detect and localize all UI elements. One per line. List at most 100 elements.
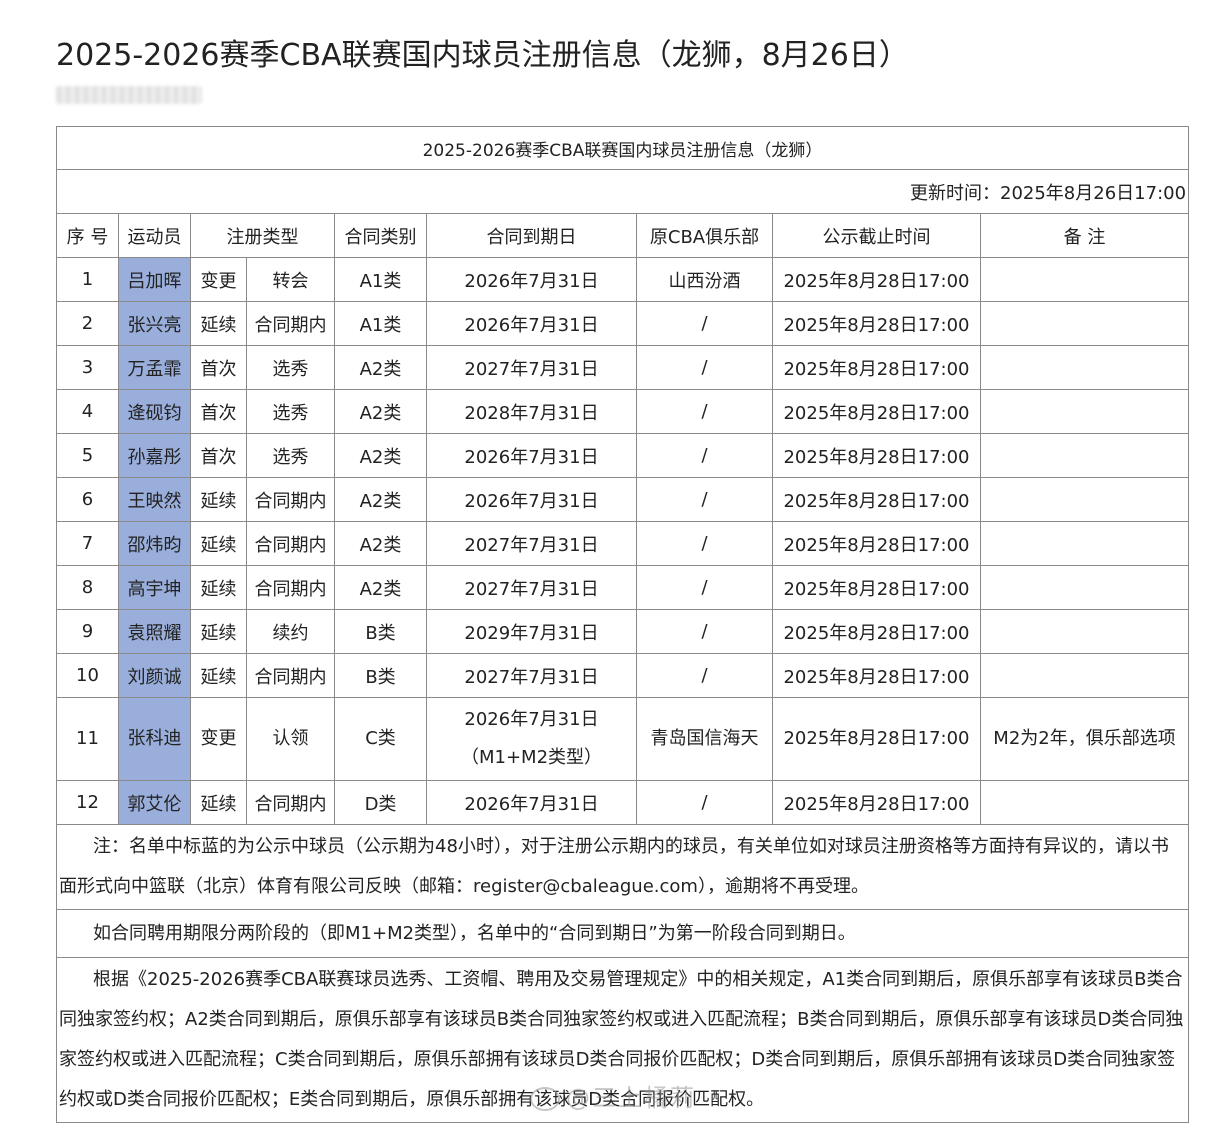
cell-remark [979, 257, 1190, 302]
cell-class: A2类 [334, 477, 427, 522]
header-expiry: 合同到期日 [426, 213, 637, 258]
cell-reg-b: 合同期内 [246, 301, 335, 346]
cell-player: 邵炜昀 [118, 521, 191, 566]
cell-player: 袁照耀 [118, 609, 191, 654]
blurred-subtitle [56, 86, 202, 104]
cell-class: B类 [334, 609, 427, 654]
cell-reg-a: 延续 [190, 521, 247, 566]
cell-deadline: 2025年8月28日17:00 [772, 301, 981, 346]
page-title: 2025-2026赛季CBA联赛国内球员注册信息（龙狮，8月26日） [56, 38, 909, 73]
cell-no: 4 [56, 389, 119, 434]
cell-club: / [636, 609, 773, 654]
cell-remark [979, 301, 1190, 346]
cell-no: 5 [56, 433, 119, 478]
header-no: 序 号 [56, 213, 119, 258]
note-row: 如合同聘用期限分两阶段的（即M1+M2类型），名单中的“合同到期日”为第一阶段合… [55, 909, 1190, 958]
cell-no: 9 [56, 609, 119, 654]
cell-class: D类 [334, 780, 427, 825]
cell-no: 2 [56, 301, 119, 346]
cell-deadline: 2025年8月28日17:00 [772, 697, 981, 781]
cell-expiry: 2027年7月31日 [426, 521, 637, 566]
cell-reg-b: 选秀 [246, 345, 335, 390]
cell-no: 6 [56, 477, 119, 522]
table-row: 8 高宇坤 延续 合同期内 A2类 2027年7月31日/2025年8月28日17:00 [56, 565, 1190, 610]
registration-table: 2025-2026赛季CBA联赛国内球员注册信息（龙狮） 更新时间：2025年8… [55, 126, 1190, 1123]
cell-player: 郭艾伦 [118, 780, 191, 825]
cell-class: A1类 [334, 257, 427, 302]
cell-reg-b: 合同期内 [246, 565, 335, 610]
cell-club: / [636, 389, 773, 434]
cell-player: 万孟霏 [118, 345, 191, 390]
cell-deadline: 2025年8月28日17:00 [772, 389, 981, 434]
table-row: 11 张科迪 变更 认领 C类 2026年7月31日 （M1+M2类型） 青岛国… [56, 697, 1190, 781]
cell-reg-a: 变更 [190, 257, 247, 302]
cell-player: 孙嘉彤 [118, 433, 191, 478]
header-deadline: 公示截止时间 [772, 213, 981, 258]
cell-reg-b: 合同期内 [246, 477, 335, 522]
cell-no: 12 [56, 780, 119, 825]
cell-deadline: 2025年8月28日17:00 [772, 521, 981, 566]
cell-no: 3 [56, 345, 119, 390]
cell-reg-a: 延续 [190, 301, 247, 346]
cell-reg-a: 延续 [190, 565, 247, 610]
cell-expiry: 2029年7月31日 [426, 609, 637, 654]
cell-player: 高宇坤 [118, 565, 191, 610]
cell-player: 张兴亮 [118, 301, 191, 346]
update-row: 更新时间：2025年8月26日17:00 [55, 169, 1190, 214]
cell-deadline: 2025年8月28日17:00 [772, 477, 981, 522]
cell-class: A2类 [334, 433, 427, 478]
cell-class: C类 [334, 697, 427, 781]
table-row: 6 王映然 延续 合同期内 A2类 2026年7月31日/2025年8月28日17:00 [56, 477, 1190, 522]
cell-expiry: 2027年7月31日 [426, 565, 637, 610]
cell-expiry: 2026年7月31日 [426, 257, 637, 302]
header-remark: 备 注 [979, 213, 1190, 258]
table-row: 10 刘颜诚 延续 合同期内 B类 2027年7月31日/2025年8月28日17:00 [56, 653, 1190, 698]
table-row: 12 郭艾伦 延续 合同期内 D类 2026年7月31日 / 2025年8月28… [56, 780, 1190, 825]
cell-club: / [636, 521, 773, 566]
cell-class: A2类 [334, 521, 427, 566]
cell-remark: M2为2年，俱乐部选项 [979, 697, 1190, 781]
cell-club: 山西汾酒 [636, 257, 773, 302]
cell-deadline: 2025年8月28日17:00 [772, 257, 981, 302]
cell-remark [979, 609, 1190, 654]
cell-expiry: 2026年7月31日 [426, 477, 637, 522]
cell-club: 青岛国信海天 [636, 697, 773, 781]
cell-deadline: 2025年8月28日17:00 [772, 609, 981, 654]
cell-club: / [636, 653, 773, 698]
cell-expiry: 2027年7月31日 [426, 653, 637, 698]
cell-remark [979, 780, 1190, 825]
table-row: 7 邵炜昀 延续 合同期内 A2类 2027年7月31日/2025年8月28日17:00 [56, 521, 1190, 566]
cell-expiry: 2026年7月31日 [426, 780, 637, 825]
cell-class: B类 [334, 653, 427, 698]
expiry-line1: 2026年7月31日 [464, 709, 599, 730]
cell-player: 刘颜诚 [118, 653, 191, 698]
cell-reg-b: 选秀 [246, 433, 335, 478]
table-row: 3 万孟霏 首次 选秀 A2类 2027年7月31日/2025年8月28日17:00 [56, 345, 1190, 390]
cell-remark [979, 345, 1190, 390]
cell-deadline: 2025年8月28日17:00 [772, 345, 981, 390]
cell-reg-a: 延续 [190, 780, 247, 825]
header-player: 运动员 [118, 213, 191, 258]
cell-remark [979, 565, 1190, 610]
table-row: 4 逄砚钧 首次 选秀 A2类 2028年7月31日/2025年8月28日17:00 [56, 389, 1190, 434]
cell-reg-a: 首次 [190, 389, 247, 434]
header-contract-class: 合同类别 [334, 213, 427, 258]
cell-reg-b: 认领 [246, 697, 335, 781]
cell-class: A2类 [334, 389, 427, 434]
table-row: 9 袁照耀 延续 续约 B类 2029年7月31日/2025年8月28日17:00 [56, 609, 1190, 654]
note-row: 注：名单中标蓝的为公示中球员（公示期为48小时），对于注册公示期内的球员，有关单… [55, 824, 1190, 910]
cell-reg-a: 延续 [190, 609, 247, 654]
cell-reg-b: 合同期内 [246, 653, 335, 698]
cell-class: A1类 [334, 301, 427, 346]
header-reg-type: 注册类型 [190, 213, 335, 258]
note-1: 注：名单中标蓝的为公示中球员（公示期为48小时），对于注册公示期内的球员，有关单… [55, 824, 1190, 910]
cell-remark [979, 477, 1190, 522]
cell-reg-a: 延续 [190, 653, 247, 698]
cell-reg-b: 合同期内 [246, 780, 335, 825]
cell-reg-a: 首次 [190, 345, 247, 390]
cell-no: 10 [56, 653, 119, 698]
cell-club: / [636, 477, 773, 522]
caption-row: 2025-2026赛季CBA联赛国内球员注册信息（龙狮） [55, 126, 1190, 170]
cell-club: / [636, 565, 773, 610]
cell-reg-a: 变更 [190, 697, 247, 781]
